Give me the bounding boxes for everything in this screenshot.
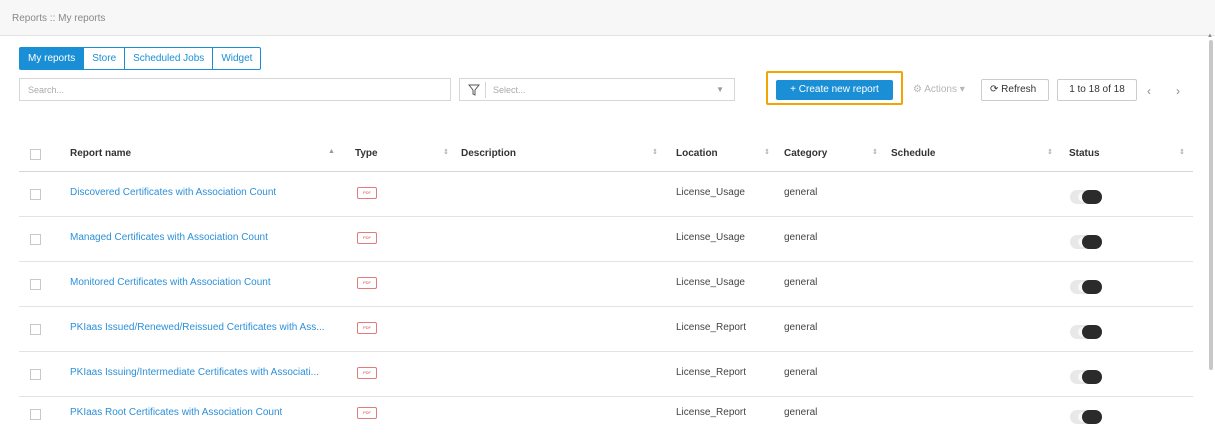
location-cell: License_Usage	[676, 232, 745, 243]
pdf-icon: PDF	[357, 407, 377, 419]
column-header-schedule[interactable]: Schedule	[891, 148, 935, 159]
row-checkbox[interactable]	[30, 409, 41, 420]
report-name-link[interactable]: Monitored Certificates with Association …	[70, 277, 271, 288]
chevron-down-icon: ▾	[959, 84, 965, 95]
status-toggle[interactable]	[1070, 280, 1102, 294]
pagination-info: 1 to 18 of 18	[1057, 79, 1137, 101]
category-cell: general	[784, 187, 818, 198]
tab-widget[interactable]: Widget	[213, 47, 262, 70]
column-header-status[interactable]: Status	[1069, 148, 1100, 159]
location-cell: License_Usage	[676, 277, 745, 288]
table-row: PKIaas Issuing/Intermediate Certificates…	[19, 352, 1193, 397]
location-cell: License_Report	[676, 407, 747, 418]
pdf-icon: PDF	[357, 367, 377, 379]
table-row: PKIaas Root Certificates with Associatio…	[19, 392, 1193, 437]
tab-store[interactable]: Store	[84, 47, 126, 70]
sort-icon[interactable]: ⇕	[1047, 148, 1053, 156]
refresh-button[interactable]: ⟳ Refresh	[981, 79, 1049, 101]
table-row: Discovered Certificates with Association…	[19, 172, 1193, 217]
column-header-type[interactable]: Type	[355, 148, 378, 159]
filter-icon	[468, 84, 480, 96]
filter-placeholder: Select...	[493, 85, 526, 95]
category-cell: general	[784, 322, 818, 333]
vertical-scrollbar[interactable]	[1209, 40, 1213, 370]
select-all-checkbox[interactable]	[30, 149, 41, 160]
pdf-icon: PDF	[357, 322, 377, 334]
status-toggle[interactable]	[1070, 235, 1102, 249]
status-toggle[interactable]	[1070, 410, 1102, 424]
report-name-link[interactable]: PKIaas Issuing/Intermediate Certificates…	[70, 367, 319, 378]
sort-icon[interactable]: ⇕	[1179, 148, 1185, 156]
actions-menu[interactable]: ⚙ Actions ▾	[913, 84, 965, 95]
sort-icon[interactable]: ⇕	[764, 148, 770, 156]
row-checkbox[interactable]	[30, 279, 41, 290]
scroll-up-arrow-icon[interactable]: ▲	[1207, 33, 1213, 39]
row-checkbox[interactable]	[30, 189, 41, 200]
refresh-label: Refresh	[1001, 84, 1037, 95]
chevron-down-icon: ▼	[716, 85, 724, 94]
category-filter-select[interactable]: Select... ▼	[459, 78, 735, 101]
pdf-icon: PDF	[357, 277, 377, 289]
sort-asc-icon[interactable]: ▲	[328, 148, 335, 155]
row-checkbox[interactable]	[30, 234, 41, 245]
location-cell: License_Report	[676, 322, 747, 333]
status-toggle[interactable]	[1070, 370, 1102, 384]
tab-scheduled-jobs[interactable]: Scheduled Jobs	[125, 47, 214, 70]
column-header-report-name[interactable]: Report name	[70, 148, 131, 159]
next-page-button[interactable]: ›	[1176, 84, 1180, 98]
sort-icon[interactable]: ⇕	[443, 148, 449, 156]
location-cell: License_Report	[676, 367, 747, 378]
status-toggle[interactable]	[1070, 325, 1102, 339]
column-header-location[interactable]: Location	[676, 148, 718, 159]
column-header-description[interactable]: Description	[461, 148, 516, 159]
sort-icon[interactable]: ⇕	[872, 148, 878, 156]
report-name-link[interactable]: Discovered Certificates with Association…	[70, 187, 276, 198]
report-name-link[interactable]: PKIaas Root Certificates with Associatio…	[70, 407, 282, 418]
filter-divider	[485, 82, 486, 98]
top-bar: Reports :: My reports	[0, 0, 1215, 36]
row-checkbox[interactable]	[30, 369, 41, 380]
category-cell: general	[784, 367, 818, 378]
search-input[interactable]	[19, 78, 451, 101]
pdf-icon: PDF	[357, 232, 377, 244]
table-row: Managed Certificates with Association Co…	[19, 217, 1193, 262]
table-header: Report name ▲ Type ⇕ Description ⇕ Locat…	[19, 136, 1193, 172]
refresh-icon: ⟳	[990, 84, 999, 95]
tab-my-reports[interactable]: My reports	[19, 47, 85, 70]
location-cell: License_Usage	[676, 187, 745, 198]
actions-label: Actions	[924, 84, 957, 95]
category-cell: general	[784, 232, 818, 243]
category-cell: general	[784, 407, 818, 418]
report-name-link[interactable]: PKIaas Issued/Renewed/Reissued Certifica…	[70, 322, 325, 333]
report-name-link[interactable]: Managed Certificates with Association Co…	[70, 232, 268, 243]
breadcrumb: Reports :: My reports	[12, 13, 106, 24]
report-tabs: My reports Store Scheduled Jobs Widget	[19, 47, 262, 70]
pdf-icon: PDF	[357, 187, 377, 199]
sort-icon[interactable]: ⇕	[652, 148, 658, 156]
create-new-report-button[interactable]: + Create new report	[776, 80, 893, 100]
column-header-category[interactable]: Category	[784, 148, 827, 159]
category-cell: general	[784, 277, 818, 288]
previous-page-button[interactable]: ‹	[1147, 84, 1151, 98]
table-row: PKIaas Issued/Renewed/Reissued Certifica…	[19, 307, 1193, 352]
status-toggle[interactable]	[1070, 190, 1102, 204]
gear-icon: ⚙	[913, 84, 922, 95]
table-row: Monitored Certificates with Association …	[19, 262, 1193, 307]
row-checkbox[interactable]	[30, 324, 41, 335]
